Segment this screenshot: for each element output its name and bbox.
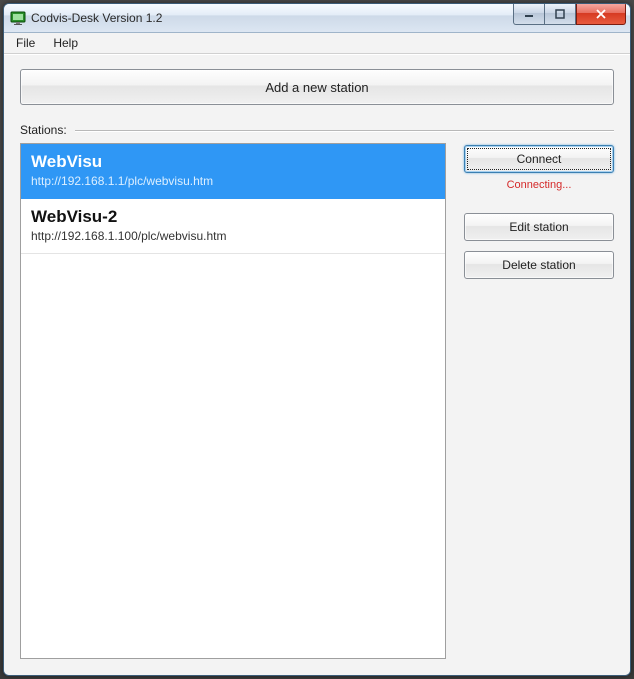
- edit-station-button[interactable]: Edit station: [464, 213, 614, 241]
- station-url: http://192.168.1.1/plc/webvisu.htm: [31, 174, 435, 188]
- station-item[interactable]: WebVisu-2 http://192.168.1.100/plc/webvis…: [21, 199, 445, 254]
- delete-station-button[interactable]: Delete station: [464, 251, 614, 279]
- station-list[interactable]: WebVisu http://192.168.1.1/plc/webvisu.ht…: [20, 143, 446, 659]
- station-name: WebVisu: [31, 152, 435, 172]
- window-title: Codvis-Desk Version 1.2: [31, 11, 162, 25]
- menu-file[interactable]: File: [8, 34, 43, 52]
- station-item[interactable]: WebVisu http://192.168.1.1/plc/webvisu.ht…: [21, 144, 445, 199]
- connect-button[interactable]: Connect: [464, 145, 614, 173]
- titlebar[interactable]: Codvis-Desk Version 1.2: [4, 4, 630, 33]
- separator-rule: [75, 130, 614, 131]
- app-icon: [10, 10, 26, 26]
- stations-header: Stations:: [20, 123, 614, 137]
- menubar: File Help: [4, 33, 630, 54]
- app-window: Codvis-Desk Version 1.2 File Help Add a …: [3, 3, 631, 676]
- close-button[interactable]: [576, 4, 626, 25]
- window-controls: [513, 4, 630, 24]
- minimize-button[interactable]: [513, 4, 545, 25]
- add-station-button[interactable]: Add a new station: [20, 69, 614, 105]
- menu-help[interactable]: Help: [45, 34, 86, 52]
- side-panel: Connect Connecting... Edit station Delet…: [464, 143, 614, 659]
- stations-label: Stations:: [20, 123, 67, 137]
- station-name: WebVisu-2: [31, 207, 435, 227]
- client-area: Add a new station Stations: WebVisu http:…: [4, 54, 630, 675]
- connect-status: Connecting...: [464, 179, 614, 191]
- maximize-button[interactable]: [545, 4, 576, 25]
- station-url: http://192.168.1.100/plc/webvisu.htm: [31, 229, 435, 243]
